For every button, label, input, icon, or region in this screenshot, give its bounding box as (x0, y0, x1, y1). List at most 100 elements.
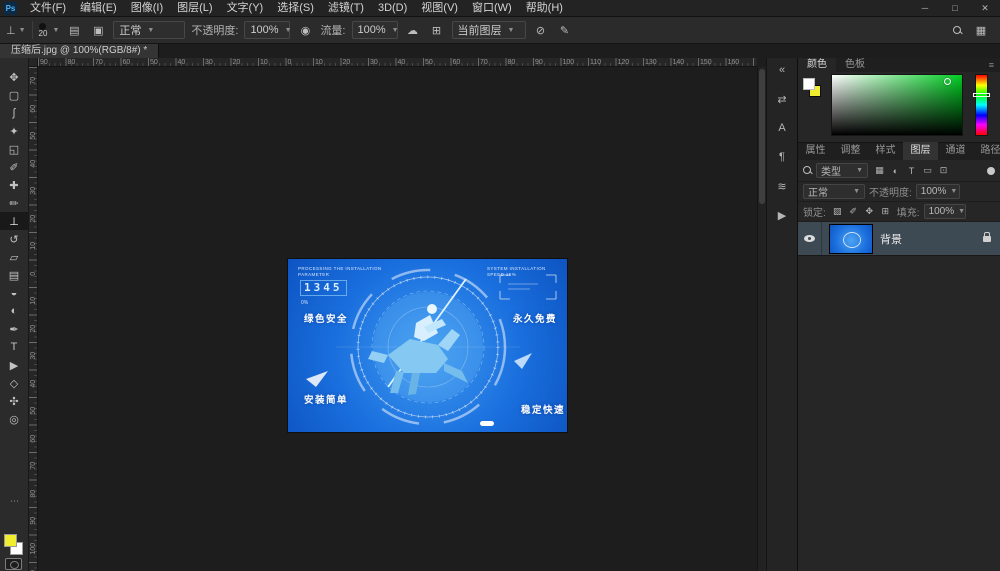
pressure-opacity-icon[interactable]: ◉ (296, 21, 314, 39)
marquee-tool[interactable]: ▢ (0, 86, 29, 104)
panel-tab[interactable]: 调整 (833, 142, 868, 160)
menu-items: 文件(F)编辑(E)图像(I)图层(L)文字(Y)选择(S)滤镜(T)3D(D)… (23, 0, 570, 16)
brush-preset-picker[interactable]: 20 ▼ (39, 23, 60, 38)
menu-item[interactable]: 图像(I) (124, 0, 170, 16)
layer-thumbnail[interactable] (829, 224, 873, 254)
zoom-tool[interactable]: ◎ (0, 410, 29, 428)
lock-position-icon[interactable]: ✥ (862, 204, 877, 219)
layer-row-background[interactable]: 背景 (798, 222, 1000, 256)
poster-label-left: 绿色安全 (304, 311, 348, 325)
sample-select[interactable]: 当前图层▼ (452, 21, 526, 39)
brush-tool[interactable]: ✏ (0, 194, 29, 212)
brush-settings-icon[interactable]: ≋ (771, 177, 793, 195)
eyedropper-tool[interactable]: ✐ (0, 158, 29, 176)
layer-fill-select[interactable]: 100%▼ (924, 204, 966, 219)
hue-slider-marker[interactable] (973, 93, 990, 97)
collapse-panels-icon[interactable]: « (771, 61, 793, 79)
visibility-toggle[interactable] (798, 222, 822, 255)
edit-toolbar-button[interactable]: ⋯ (0, 496, 29, 507)
panel-tab[interactable]: 图层 (903, 142, 938, 160)
saturation-brightness-field[interactable] (831, 74, 963, 136)
crop-tool[interactable]: ◱ (0, 140, 29, 158)
dodge-tool[interactable]: ◐ (0, 302, 29, 320)
menu-item[interactable]: 帮助(H) (519, 0, 570, 16)
quick-selection-tool[interactable]: ✦ (0, 122, 29, 140)
path-selection-tool[interactable]: ▶ (0, 356, 29, 374)
panel-tab[interactable]: 通道 (938, 142, 973, 160)
foreground-color-swatch[interactable] (4, 534, 17, 547)
alignment-icon[interactable]: ⊞ (428, 21, 446, 39)
hand-tool[interactable]: ✣ (0, 392, 29, 410)
gradient-tool[interactable]: ▤ (0, 266, 29, 284)
menu-item[interactable]: 文字(Y) (220, 0, 271, 16)
ruler-number: 30 (203, 58, 231, 66)
tab-swatches[interactable]: 色板 (836, 58, 874, 72)
history-brush-tool[interactable]: ↺ (0, 230, 29, 248)
minimize-button[interactable]: ─ (910, 0, 940, 17)
shape-tool[interactable]: ◇ (0, 374, 29, 392)
brush-settings-panel-button[interactable]: ▤ (65, 21, 83, 39)
menu-item[interactable]: 视图(V) (414, 0, 465, 16)
airbrush-icon[interactable]: ☁ (404, 21, 422, 39)
pressure-size-icon[interactable]: ✎ (556, 21, 574, 39)
menu-item[interactable]: 文件(F) (23, 0, 73, 16)
flow-select[interactable]: 100%▼ (352, 21, 398, 39)
clone-stamp-tool[interactable]: ⊥ (0, 212, 29, 230)
menu-item[interactable]: 窗口(W) (465, 0, 519, 16)
menu-item[interactable]: 编辑(E) (73, 0, 124, 16)
hue-slider[interactable] (975, 74, 988, 136)
canvas[interactable]: PROCESSING THE INSTALLATION PARAMETER 13… (38, 67, 757, 571)
opacity-select[interactable]: 100%▼ (244, 21, 290, 39)
poster-label-bottom-left: 安装简单 (304, 392, 348, 406)
document-tab[interactable]: 压缩后.jpg @ 100%(RGB/8#) * (0, 44, 159, 58)
tab-color[interactable]: 颜色 (798, 58, 836, 72)
clone-source-icon[interactable]: ⇄ (771, 90, 793, 108)
paragraph-panel-icon[interactable]: ¶ (771, 148, 793, 166)
foreground-color-swatch[interactable] (803, 78, 815, 90)
menu-item[interactable]: 图层(L) (170, 0, 219, 16)
quick-mask-button[interactable] (5, 558, 22, 570)
panel-tab[interactable]: 样式 (868, 142, 903, 160)
ruler-number: 50 (148, 58, 176, 66)
blend-mode-select[interactable]: 正常▼ (113, 21, 185, 39)
canvas-scrollbar[interactable] (757, 67, 766, 571)
lasso-tool[interactable]: ʃ (0, 104, 29, 122)
tool-preset-picker[interactable]: ⊥▼ (6, 21, 26, 39)
move-tool[interactable]: ✥ (0, 68, 29, 86)
menu-item[interactable]: 3D(D) (371, 0, 414, 16)
scrollbar-thumb[interactable] (759, 69, 765, 204)
color-cursor[interactable] (944, 78, 951, 85)
healing-brush-tool[interactable]: ✚ (0, 176, 29, 194)
character-panel-icon[interactable]: A (771, 119, 793, 137)
lock-transparency-icon[interactable]: ▨ (830, 204, 845, 219)
menu-item[interactable]: 滤镜(T) (321, 0, 371, 16)
shape-layer-filter-icon[interactable]: ▭ (920, 163, 935, 178)
filter-toggle-icon[interactable] (987, 167, 995, 175)
close-button[interactable]: ✕ (970, 0, 1000, 17)
workspace-switcher-icon[interactable]: ▦ (972, 21, 990, 39)
layer-blend-mode-select[interactable]: 正常▼ (803, 184, 865, 199)
type-tool[interactable]: T (0, 338, 29, 356)
pixel-layer-filter-icon[interactable]: ▦ (872, 163, 887, 178)
panel-tab[interactable]: 属性 (798, 142, 833, 160)
panel-dock: 颜色 色板 ≡ 属性调整样式图层通道路径 类型▼ ▦◐T▭⊡ (797, 58, 1000, 571)
lock-icon[interactable] (983, 236, 991, 242)
adjustment-layer-filter-icon[interactable]: ◐ (888, 163, 903, 178)
smart-object-filter-icon[interactable]: ⊡ (936, 163, 951, 178)
layer-opacity-select[interactable]: 100%▼ (916, 184, 960, 199)
panel-tab[interactable]: 路径 (973, 142, 1000, 160)
blur-tool[interactable]: ◒ (0, 284, 29, 302)
clone-source-panel-button[interactable]: ▣ (89, 21, 107, 39)
panel-menu-icon[interactable]: ≡ (989, 60, 1000, 70)
layer-filter-select[interactable]: 类型▼ (816, 163, 868, 178)
timeline-icon[interactable]: ▶ (771, 206, 793, 224)
maximize-button[interactable]: □ (940, 0, 970, 17)
ignore-adjustment-layers-icon[interactable]: ⊘ (532, 21, 550, 39)
lock-pixels-icon[interactable]: ✐ (846, 204, 861, 219)
type-layer-filter-icon[interactable]: T (904, 163, 919, 178)
menu-item[interactable]: 选择(S) (270, 0, 321, 16)
search-icon[interactable] (953, 26, 962, 35)
eraser-tool[interactable]: ▱ (0, 248, 29, 266)
lock-artboard-icon[interactable]: ⊞ (878, 204, 893, 219)
pen-tool[interactable]: ✒ (0, 320, 29, 338)
